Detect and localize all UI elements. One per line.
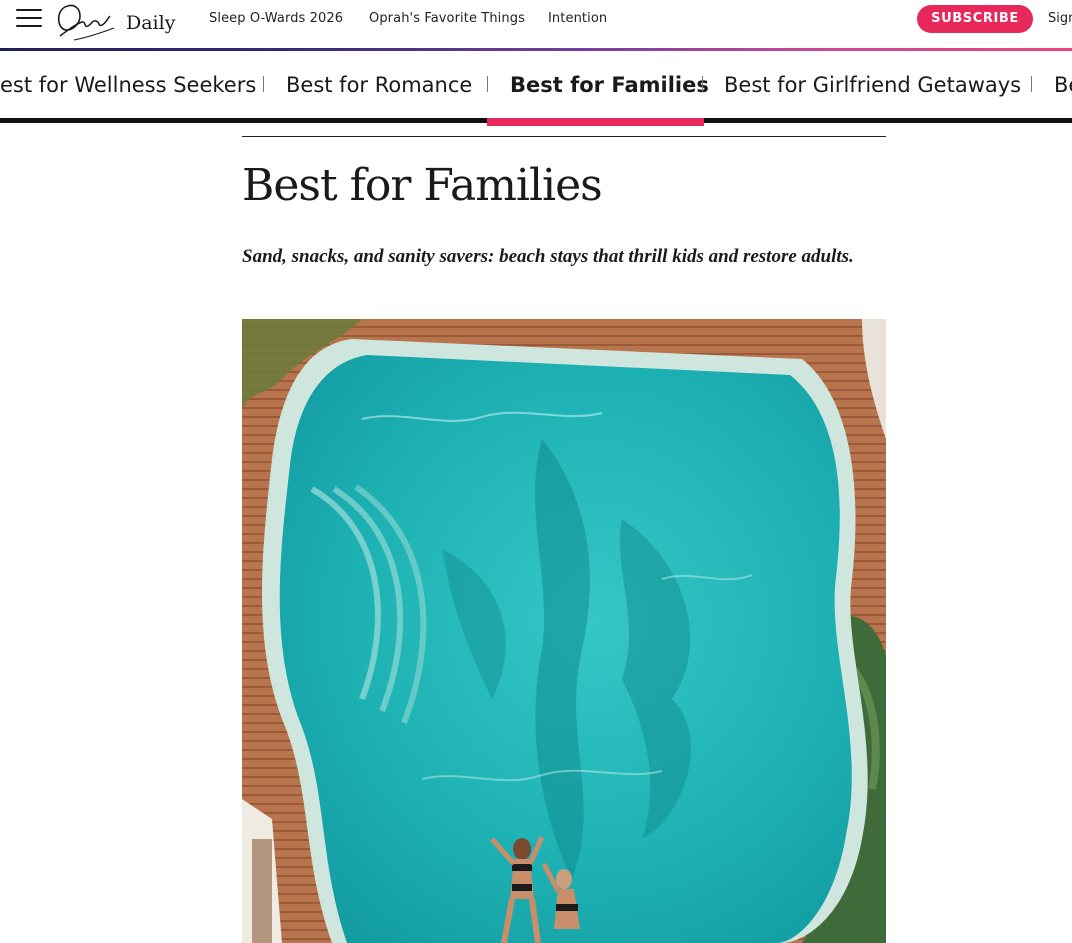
tab-families[interactable]: Best for Families (510, 73, 709, 97)
nav-link-intention[interactable]: Intention (548, 11, 607, 26)
oprah-daily-logo[interactable]: Daily (54, 0, 176, 42)
tab-romance[interactable]: Best for Romance (286, 73, 472, 97)
section-title: Best for Families (242, 160, 603, 211)
tab-separator (702, 76, 703, 92)
tab-separator (1031, 76, 1032, 92)
tab-wellness-seekers[interactable]: est for Wellness Seekers (0, 73, 256, 97)
tab-next-partial[interactable]: Be (1054, 73, 1072, 97)
section-dek: Sand, snacks, and sanity savers: beach s… (242, 246, 854, 267)
section-divider (242, 136, 886, 137)
svg-text:Daily: Daily (126, 12, 176, 34)
nav-link-sleep-owards[interactable]: Sleep O-Wards 2026 (209, 11, 343, 26)
top-nav-bar: Daily Sleep O-Wards 2026 Oprah's Favorit… (0, 0, 1072, 48)
category-tabs-bar: est for Wellness Seekers Best for Romanc… (0, 51, 1072, 123)
tab-separator (487, 76, 488, 92)
sign-in-link[interactable]: Sign (1048, 11, 1072, 26)
hero-image-pool (242, 319, 886, 943)
tab-separator (263, 76, 264, 92)
nav-link-favorite-things[interactable]: Oprah's Favorite Things (369, 11, 525, 26)
hamburger-menu-icon[interactable] (16, 6, 42, 30)
subscribe-button[interactable]: SUBSCRIBE (917, 5, 1033, 33)
active-tab-indicator (487, 118, 704, 126)
tab-girlfriend-getaways[interactable]: Best for Girlfriend Getaways (724, 73, 1021, 97)
